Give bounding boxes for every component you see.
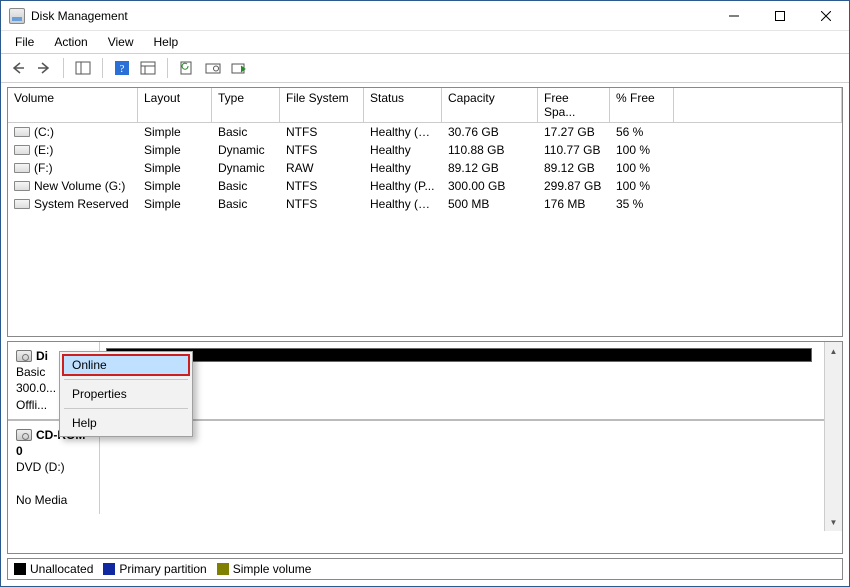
- rescan-disks-button[interactable]: [202, 57, 224, 79]
- legend-primary: Primary partition: [103, 562, 206, 576]
- column-layout[interactable]: Layout: [138, 88, 212, 122]
- column-type[interactable]: Type: [212, 88, 280, 122]
- volume-name: System Reserved: [34, 197, 129, 211]
- context-menu-properties[interactable]: Properties: [62, 383, 190, 405]
- scroll-up-button[interactable]: ▲: [825, 342, 842, 360]
- volume-icon: [14, 163, 30, 173]
- column-capacity[interactable]: Capacity: [442, 88, 538, 122]
- column-filesystem[interactable]: File System: [280, 88, 364, 122]
- volume-layout: Simple: [138, 125, 212, 139]
- close-button[interactable]: [803, 1, 849, 30]
- menu-action[interactable]: Action: [44, 33, 97, 51]
- legend-bar: Unallocated Primary partition Simple vol…: [7, 558, 843, 580]
- window-controls: [711, 1, 849, 30]
- volume-name: (C:): [34, 125, 54, 139]
- table-row[interactable]: New Volume (G:) Simple Basic NTFS Health…: [8, 177, 842, 195]
- cdrom-icon: [16, 429, 32, 441]
- toolbar: ?: [1, 53, 849, 83]
- swatch-primary: [103, 563, 115, 575]
- volume-fs: NTFS: [280, 125, 364, 139]
- disk-layout-area[interactable]: [100, 342, 842, 419]
- menu-help[interactable]: Help: [144, 33, 189, 51]
- svg-text:?: ?: [120, 63, 125, 75]
- swatch-unallocated: [14, 563, 26, 575]
- swatch-simple: [217, 563, 229, 575]
- disk-management-window: Disk Management File Action View Help: [0, 0, 850, 587]
- menubar: File Action View Help: [1, 31, 849, 53]
- volume-name: (E:): [34, 143, 53, 157]
- volume-rows[interactable]: (C:) Simple Basic NTFS Healthy (B... 30.…: [8, 123, 842, 336]
- volume-type: Basic: [212, 125, 280, 139]
- disk-icon: [16, 350, 32, 362]
- vertical-scrollbar[interactable]: ▲ ▼: [824, 342, 842, 531]
- volume-pct: 56 %: [610, 125, 674, 139]
- column-spacer: [674, 88, 842, 122]
- window-title: Disk Management: [31, 9, 128, 23]
- menu-view[interactable]: View: [98, 33, 144, 51]
- context-menu: Online Properties Help: [59, 351, 193, 437]
- disk-layout-area[interactable]: [100, 421, 842, 514]
- volume-list-pane: Volume Layout Type File System Status Ca…: [7, 87, 843, 337]
- menu-file[interactable]: File: [5, 33, 44, 51]
- column-status[interactable]: Status: [364, 88, 442, 122]
- show-hide-console-tree-button[interactable]: [72, 57, 94, 79]
- action-button[interactable]: [228, 57, 250, 79]
- volume-icon: [14, 145, 30, 155]
- volume-name: (F:): [34, 161, 53, 175]
- back-button[interactable]: [7, 57, 29, 79]
- table-row[interactable]: (E:) Simple Dynamic NTFS Healthy 110.88 …: [8, 141, 842, 159]
- disk-state: Offli...: [16, 398, 47, 412]
- volume-icon: [14, 127, 30, 137]
- volume-capacity: 30.76 GB: [442, 125, 538, 139]
- disk-size: 300.0...: [16, 381, 56, 395]
- disk-label: Di: [36, 349, 48, 363]
- volume-name: New Volume (G:): [34, 179, 125, 193]
- help-button[interactable]: ?: [111, 57, 133, 79]
- disk-type: DVD (D:): [16, 460, 65, 474]
- refresh-button[interactable]: [176, 57, 198, 79]
- column-free-space[interactable]: Free Spa...: [538, 88, 610, 122]
- unallocated-region[interactable]: [106, 348, 812, 362]
- legend-simple: Simple volume: [217, 562, 312, 576]
- table-row[interactable]: System Reserved Simple Basic NTFS Health…: [8, 195, 842, 213]
- table-row[interactable]: (F:) Simple Dynamic RAW Healthy 89.12 GB…: [8, 159, 842, 177]
- titlebar: Disk Management: [1, 1, 849, 31]
- settings-button[interactable]: [137, 57, 159, 79]
- disk-type: Basic: [16, 365, 45, 379]
- maximize-button[interactable]: [757, 1, 803, 30]
- legend-unallocated: Unallocated: [14, 562, 93, 576]
- app-icon: [9, 8, 25, 24]
- scroll-down-button[interactable]: ▼: [825, 513, 842, 531]
- column-volume[interactable]: Volume: [8, 88, 138, 122]
- context-menu-online[interactable]: Online: [62, 354, 190, 376]
- table-row[interactable]: (C:) Simple Basic NTFS Healthy (B... 30.…: [8, 123, 842, 141]
- volume-status: Healthy (B...: [364, 125, 442, 139]
- forward-button[interactable]: [33, 57, 55, 79]
- main-content: Volume Layout Type File System Status Ca…: [1, 83, 849, 586]
- column-pct-free[interactable]: % Free: [610, 88, 674, 122]
- volume-icon: [14, 199, 30, 209]
- minimize-button[interactable]: [711, 1, 757, 30]
- context-menu-help[interactable]: Help: [62, 412, 190, 434]
- disk-state: No Media: [16, 493, 67, 507]
- volume-free: 17.27 GB: [538, 125, 610, 139]
- volume-icon: [14, 181, 30, 191]
- volume-list-header: Volume Layout Type File System Status Ca…: [8, 88, 842, 123]
